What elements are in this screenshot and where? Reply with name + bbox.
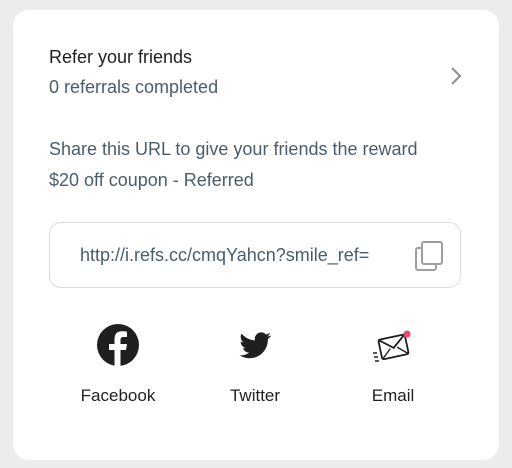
share-facebook-label: Facebook	[80, 386, 156, 405]
share-email-label: Email	[371, 386, 415, 405]
share-twitter-button[interactable]: Twitter	[186, 323, 324, 419]
referral-url-input[interactable]	[80, 241, 400, 269]
referral-card: Refer your friends 0 referrals completed…	[13, 10, 499, 460]
share-facebook-button[interactable]: Facebook	[49, 323, 187, 419]
share-email-button[interactable]: Email	[324, 323, 462, 419]
share-options: Facebook Twitter Email	[49, 323, 461, 423]
share-twitter-label: Twitter	[229, 386, 281, 405]
referral-url-field	[49, 222, 461, 288]
twitter-icon	[239, 332, 272, 359]
referral-title: Refer your friends	[49, 47, 193, 67]
referral-count: 0 referrals completed	[49, 77, 219, 97]
facebook-icon	[97, 324, 139, 367]
referral-description: Share this URL to give your friends the …	[49, 139, 418, 190]
refer-friends-row[interactable]: Refer your friends 0 referrals completed	[49, 45, 469, 109]
copy-icon[interactable]	[414, 240, 444, 272]
email-icon	[373, 330, 411, 362]
chevron-right-icon	[451, 67, 462, 85]
